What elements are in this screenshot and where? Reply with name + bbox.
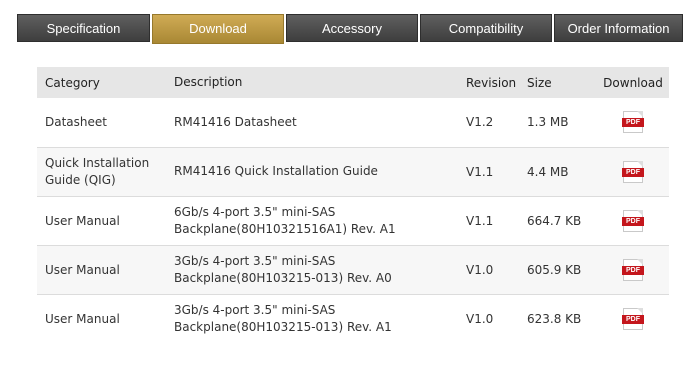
tab-compatibility[interactable]: Compatibility — [420, 14, 552, 42]
tab-label: Compatibility — [448, 21, 524, 36]
pdf-download-icon[interactable]: PDF — [622, 258, 644, 281]
table-row: User Manual 3Gb/s 4-port 3.5" mini-SAS B… — [37, 245, 669, 294]
pdf-label: PDF — [622, 118, 644, 128]
row-revision: V1.0 — [466, 311, 494, 326]
pdf-download-icon[interactable]: PDF — [622, 307, 644, 330]
tab-label: Specification — [46, 21, 121, 36]
row-description: 3Gb/s 4-port 3.5" mini-SAS Backplane(80H… — [174, 294, 466, 343]
table-row: User Manual 3Gb/s 4-port 3.5" mini-SAS B… — [37, 294, 669, 343]
download-table: Category Description Revision Size Downl… — [37, 67, 669, 343]
row-category: User Manual — [45, 311, 120, 326]
description-line: Backplane(80H103215-013) Rev. A1 — [174, 319, 392, 334]
description-line: 3Gb/s 4-port 3.5" mini-SAS — [174, 253, 336, 268]
row-revision: V1.1 — [466, 213, 494, 228]
row-category: User Manual — [45, 262, 120, 277]
table-row: User Manual 6Gb/s 4-port 3.5" mini-SAS B… — [37, 196, 669, 245]
header-download: Download — [603, 75, 663, 90]
description-line: Backplane(80H10321516A1) Rev. A1 — [174, 221, 396, 236]
table-row: Datasheet RM41416 Datasheet V1.2 1.3 MB … — [37, 98, 669, 147]
table-header: Category Description Revision Size Downl… — [37, 67, 669, 98]
tab-label: Download — [189, 21, 247, 36]
row-description: 3Gb/s 4-port 3.5" mini-SAS Backplane(80H… — [174, 245, 466, 294]
row-download: PDF — [597, 147, 669, 196]
description-line: 6Gb/s 4-port 3.5" mini-SAS — [174, 204, 336, 219]
pdf-label: PDF — [622, 265, 644, 275]
header-description: Description — [174, 75, 243, 89]
row-size: 623.8 KB — [527, 311, 582, 326]
description-line: RM41416 Quick Installation Guide — [174, 164, 378, 178]
tab-label: Order Information — [567, 21, 670, 36]
description-line: Backplane(80H103215-013) Rev. A0 — [174, 270, 392, 285]
row-download: PDF — [597, 98, 669, 147]
description-line: RM41416 Datasheet — [174, 114, 297, 129]
row-description: RM41416 Datasheet — [174, 98, 466, 147]
header-revision: Revision — [466, 75, 517, 90]
table-row: Quick Installation Guide (QIG) RM41416 Q… — [37, 147, 669, 196]
header-category: Category — [45, 75, 100, 90]
row-size: 664.7 KB — [527, 213, 582, 228]
row-revision: V1.0 — [466, 262, 494, 277]
row-download: PDF — [597, 245, 669, 294]
tab-download[interactable]: Download — [152, 14, 284, 44]
row-revision: V1.1 — [466, 164, 494, 179]
row-download: PDF — [597, 294, 669, 343]
row-category: Quick Installation Guide (QIG) — [45, 155, 150, 187]
pdf-download-icon[interactable]: PDF — [622, 209, 644, 232]
row-category: Datasheet — [45, 115, 107, 130]
row-category: User Manual — [45, 213, 120, 228]
tab-specification[interactable]: Specification — [17, 14, 150, 42]
row-size: 1.3 MB — [527, 115, 569, 130]
table-body: Datasheet RM41416 Datasheet V1.2 1.3 MB … — [37, 98, 669, 343]
description-line: 3Gb/s 4-port 3.5" mini-SAS — [174, 302, 336, 317]
row-size: 4.4 MB — [527, 164, 569, 179]
header-size: Size — [527, 75, 552, 90]
header-row: Category Description Revision Size Downl… — [37, 67, 669, 98]
tab-accessory[interactable]: Accessory — [286, 14, 418, 42]
row-size: 605.9 KB — [527, 262, 582, 277]
pdf-label: PDF — [622, 167, 644, 177]
pdf-label: PDF — [622, 216, 644, 226]
tab-label: Accessory — [322, 21, 382, 36]
product-tabs: Specification Download Accessory Compati… — [17, 14, 683, 44]
pdf-download-icon[interactable]: PDF — [622, 160, 644, 183]
row-description: 6Gb/s 4-port 3.5" mini-SAS Backplane(80H… — [174, 196, 466, 245]
tab-order-information[interactable]: Order Information — [554, 14, 683, 42]
row-description: RM41416 Quick Installation Guide — [174, 147, 466, 196]
pdf-label: PDF — [622, 314, 644, 324]
pdf-download-icon[interactable]: PDF — [622, 111, 644, 134]
row-revision: V1.2 — [466, 115, 494, 130]
row-download: PDF — [597, 196, 669, 245]
